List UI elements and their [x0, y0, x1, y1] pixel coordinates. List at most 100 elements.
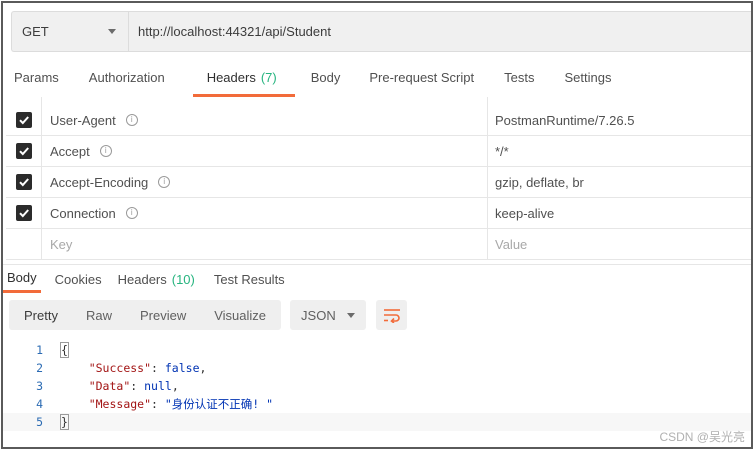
- value-cell: [488, 97, 751, 105]
- header-key-text: Connection: [50, 205, 116, 221]
- raw-label: Raw: [85, 307, 112, 323]
- wrap-lines-icon: [383, 309, 400, 323]
- line-number: 4: [36, 397, 43, 411]
- header-key[interactable]: Connection i: [42, 198, 488, 228]
- json-value: "身份认证不正确! ": [164, 397, 274, 411]
- info-icon[interactable]: i: [99, 145, 112, 157]
- table-row: Accept i */*: [6, 136, 751, 167]
- header-key[interactable]: User-Agent i: [42, 105, 488, 135]
- new-header-value-input[interactable]: Value: [488, 229, 751, 259]
- tab-authorization-label: Authorization: [88, 70, 165, 85]
- checkbox-cell: [6, 229, 42, 259]
- tab-headers-label: Headers: [206, 70, 256, 85]
- code-line: 5 }: [3, 413, 751, 431]
- tab-response-body-label: Body: [7, 270, 37, 285]
- tab-response-headers[interactable]: Headers (10): [118, 265, 195, 293]
- key-cell: [42, 97, 488, 105]
- format-label: JSON: [301, 307, 336, 323]
- header-value-text: gzip, deflate, br: [495, 174, 584, 190]
- header-value[interactable]: */*: [488, 136, 751, 166]
- check-icon: [18, 147, 29, 156]
- response-tabs: Body Cookies Headers (10) Test Results: [3, 264, 751, 294]
- check-icon: [18, 209, 29, 218]
- url-input[interactable]: http://localhost:44321/api/Student: [128, 11, 751, 52]
- line-number: 1: [36, 343, 43, 357]
- code-line: 1 {: [3, 341, 751, 359]
- visualize-button[interactable]: Visualize: [200, 300, 281, 330]
- response-body-code[interactable]: 1 { 2 "Success": false, 3 "Data": null, …: [3, 341, 751, 431]
- json-key: "Message": [88, 397, 152, 411]
- checkbox-cell: [6, 97, 42, 105]
- code-line: 2 "Success": false,: [3, 359, 751, 377]
- tab-tests[interactable]: Tests: [504, 65, 534, 97]
- code-text: }: [60, 414, 69, 430]
- headers-table: User-Agent i PostmanRuntime/7.26.5 Accep…: [6, 97, 751, 260]
- tab-test-results[interactable]: Test Results: [214, 265, 285, 293]
- tab-prerequest-label: Pre-request Script: [369, 70, 475, 85]
- json-value: false: [164, 361, 200, 375]
- method-select[interactable]: GET: [11, 11, 128, 52]
- url-text: http://localhost:44321/api/Student: [138, 24, 331, 39]
- tab-test-results-label: Test Results: [213, 271, 285, 287]
- tab-response-body[interactable]: Body: [3, 265, 41, 293]
- header-checkbox[interactable]: [15, 143, 32, 159]
- table-row: Connection i keep-alive: [6, 198, 751, 229]
- code-text: {: [60, 342, 69, 358]
- header-value[interactable]: gzip, deflate, br: [488, 167, 751, 197]
- visualize-label: Visualize: [214, 307, 267, 323]
- pretty-label: Pretty: [24, 307, 58, 323]
- tab-headers-count: (7): [260, 70, 277, 85]
- check-icon: [18, 178, 29, 187]
- header-key[interactable]: Accept-Encoding i: [42, 167, 488, 197]
- tab-params-label: Params: [14, 70, 59, 85]
- line-number: 3: [36, 379, 43, 393]
- tab-prerequest-script[interactable]: Pre-request Script: [369, 65, 474, 97]
- method-label: GET: [22, 24, 49, 39]
- code-line: 3 "Data": null,: [3, 377, 751, 395]
- tab-params[interactable]: Params: [14, 65, 59, 97]
- info-icon[interactable]: i: [158, 176, 171, 188]
- tab-response-headers-count: (10): [171, 271, 195, 287]
- tab-body-label: Body: [310, 70, 341, 85]
- checkbox-cell: [6, 167, 42, 197]
- line-number: 5: [36, 415, 43, 429]
- json-value: null: [144, 379, 172, 393]
- preview-label: Preview: [139, 307, 187, 323]
- header-value-text: */*: [495, 143, 509, 159]
- header-value[interactable]: keep-alive: [488, 198, 751, 228]
- tab-response-headers-label: Headers: [117, 271, 167, 287]
- format-select[interactable]: JSON: [290, 300, 367, 330]
- tab-cookies[interactable]: Cookies: [55, 265, 102, 293]
- header-value-text: keep-alive: [495, 205, 555, 221]
- code-line: 4 "Message": "身份认证不正确! ": [3, 395, 751, 413]
- postman-window: GET http://localhost:44321/api/Student P…: [1, 1, 753, 449]
- request-tabs: Params Authorization Headers (7) Body Pre…: [3, 65, 751, 97]
- header-checkbox[interactable]: [15, 112, 32, 128]
- check-icon: [18, 116, 29, 125]
- table-row: User-Agent i PostmanRuntime/7.26.5: [6, 105, 751, 136]
- tab-settings-label: Settings: [564, 70, 612, 85]
- tab-headers[interactable]: Headers (7): [192, 65, 295, 97]
- header-value[interactable]: PostmanRuntime/7.26.5: [488, 105, 751, 135]
- wrap-lines-button[interactable]: [376, 300, 408, 330]
- tab-tests-label: Tests: [504, 70, 535, 85]
- line-number: 2: [36, 361, 43, 375]
- preview-button[interactable]: Preview: [126, 300, 200, 330]
- response-toolbar: Pretty Raw Preview Visualize JSON: [9, 300, 408, 332]
- table-row: [6, 97, 751, 105]
- header-checkbox[interactable]: [15, 174, 32, 190]
- pretty-button[interactable]: Pretty: [9, 300, 72, 330]
- tab-authorization[interactable]: Authorization: [89, 65, 165, 97]
- checkbox-cell: [6, 105, 42, 135]
- header-checkbox[interactable]: [15, 205, 32, 221]
- raw-button[interactable]: Raw: [72, 300, 126, 330]
- info-icon[interactable]: i: [125, 114, 138, 126]
- chevron-down-icon: [347, 312, 356, 318]
- key-placeholder: Key: [50, 236, 73, 252]
- header-key[interactable]: Accept i: [42, 136, 488, 166]
- tab-body[interactable]: Body: [311, 65, 341, 97]
- code-text: "Message": "身份认证不正确! ": [88, 397, 274, 411]
- info-icon[interactable]: i: [125, 207, 138, 219]
- tab-settings[interactable]: Settings: [564, 65, 611, 97]
- new-header-key-input[interactable]: Key: [42, 229, 488, 259]
